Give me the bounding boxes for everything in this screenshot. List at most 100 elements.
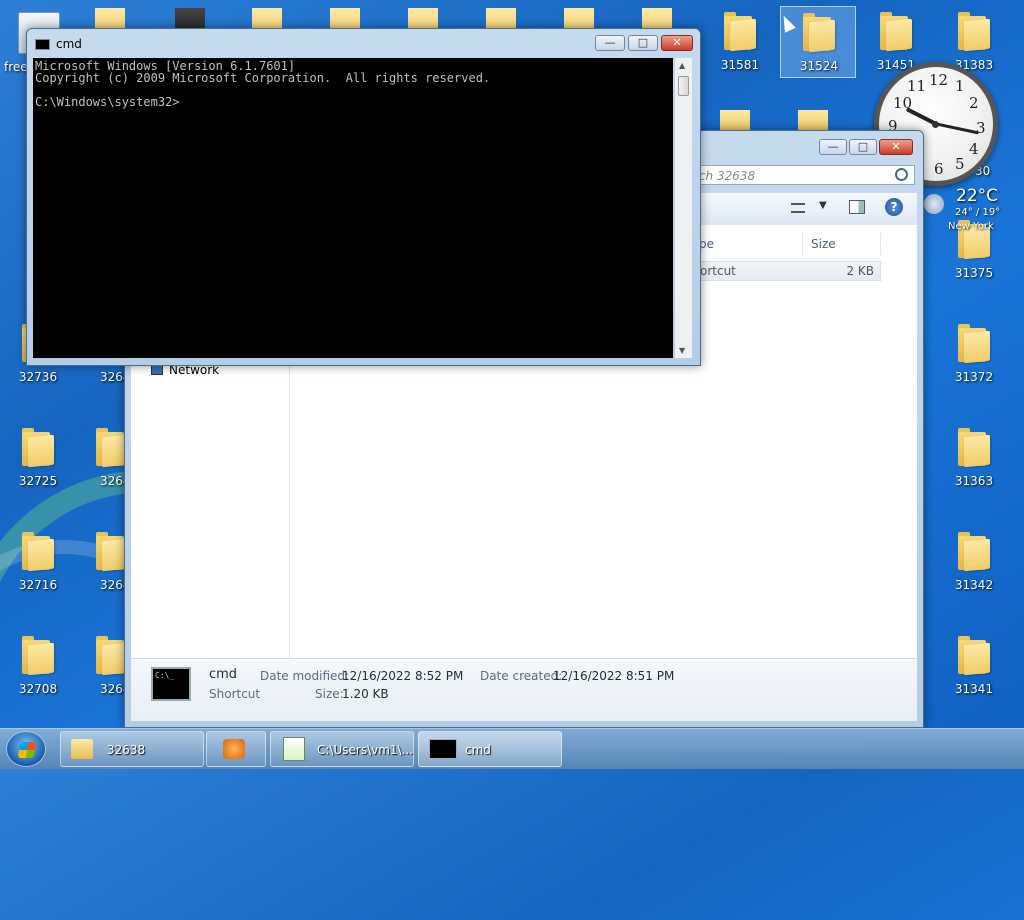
scroll-up-icon[interactable]: ▲ — [679, 61, 685, 70]
media-player-icon — [223, 739, 245, 759]
weather-range: 24° / 19° — [955, 207, 1001, 218]
clock-number: 11 — [907, 77, 927, 95]
folder-icon — [958, 532, 990, 572]
folder-icon — [958, 636, 990, 676]
taskbar-item-label: cmd — [465, 743, 491, 757]
cmd-icon: C:\_ — [151, 667, 191, 701]
details-size-value: 1.20 KB — [342, 687, 389, 701]
start-button[interactable] — [6, 731, 46, 767]
folder-icon — [22, 636, 54, 676]
desktop-folder-label: 31372 — [954, 370, 994, 384]
window-title: cmd — [56, 37, 82, 51]
details-modified-value: 12/16/2022 8:52 PM — [342, 669, 464, 683]
clock-number: 1 — [955, 77, 965, 95]
desktop-folder-label: 31341 — [954, 682, 994, 696]
folder-icon — [96, 428, 124, 468]
view-options-icon[interactable] — [791, 203, 805, 213]
folder-icon — [880, 12, 912, 52]
scrollbar-thumb[interactable] — [678, 76, 689, 96]
minimize-button[interactable]: — — [595, 35, 625, 51]
desktop-folder-partial[interactable] — [720, 110, 750, 130]
details-kind: Shortcut — [209, 687, 261, 701]
desktop-folder[interactable]: 31581 — [702, 6, 778, 78]
desktop-folder[interactable]: 31342 — [936, 526, 1012, 598]
scroll-down-icon[interactable]: ▼ — [679, 346, 685, 355]
search-placeholder: rch 32638 — [694, 169, 756, 183]
desktop-folder-label: 3264 — [100, 474, 124, 488]
taskbar: 32638 C:\Users\vm1\... cmd — [0, 728, 1024, 769]
taskbar-item-notepad-plus[interactable]: C:\Users\vm1\... — [270, 731, 414, 767]
column-header-size[interactable]: Size — [803, 233, 881, 255]
taskbar-item-media-player[interactable] — [206, 731, 266, 767]
clock-number: 2 — [969, 94, 979, 112]
desktop-folder-partial[interactable] — [798, 110, 828, 130]
weather-city: New York — [948, 221, 994, 232]
desktop-folder[interactable]: 31341 — [936, 630, 1012, 702]
notepad-plus-icon — [283, 737, 305, 761]
desktop-folder[interactable]: 31372 — [936, 318, 1012, 390]
close-button[interactable]: ✕ — [879, 139, 913, 155]
maximize-button[interactable]: □ — [849, 139, 877, 155]
details-created-value: 12/16/2022 8:51 PM — [553, 669, 675, 683]
desktop-folder[interactable]: 3264 — [78, 526, 124, 598]
desktop-folder-label: 31581 — [720, 58, 760, 72]
search-box[interactable]: rch 32638 — [685, 165, 915, 185]
desktop-folder[interactable]: 3264 — [78, 630, 124, 702]
weather-gadget[interactable]: 22°C 24° / 19° New York — [920, 180, 1006, 238]
desktop-folder-label: 3264 — [100, 370, 124, 384]
cmd-icon — [429, 739, 457, 759]
cmd-window[interactable]: cmd — □ ✕ Microsoft Windows [Version 6.1… — [26, 28, 701, 366]
file-row[interactable]: ortcut 2 KB — [695, 261, 881, 281]
folder-icon — [724, 12, 756, 52]
console-output[interactable]: Microsoft Windows [Version 6.1.7601] Copy… — [33, 58, 673, 358]
clock-number: 6 — [934, 160, 944, 178]
weather-temp: 22°C — [956, 186, 999, 206]
column-header-type[interactable]: pe — [695, 233, 803, 255]
desktop-folder-label: 3264 — [100, 578, 124, 592]
folder-icon — [71, 739, 93, 759]
help-icon[interactable]: ? — [885, 198, 903, 216]
desktop-folder[interactable]: 3264 — [78, 422, 124, 494]
clock-minute-hand — [936, 122, 979, 135]
desktop-folder-label: 32716 — [18, 578, 58, 592]
taskbar-item-cmd[interactable]: cmd — [418, 731, 562, 767]
folder-icon — [22, 532, 54, 572]
desktop-folder[interactable]: 31363 — [936, 422, 1012, 494]
column-type-label: pe — [699, 237, 714, 251]
details-modified-label: Date modified: — [260, 669, 350, 683]
chevron-down-icon[interactable]: ▼ — [819, 200, 827, 211]
desktop-folder-label: 3264 — [100, 682, 124, 696]
cmd-titlebar[interactable]: cmd — □ ✕ — [27, 29, 700, 57]
folder-icon — [958, 428, 990, 468]
desktop-folder-label: 31375 — [954, 266, 994, 280]
weather-icon — [924, 194, 944, 214]
folder-icon — [22, 428, 54, 468]
cmd-small-icon — [35, 39, 50, 50]
desktop-folder[interactable]: 31524 — [780, 6, 856, 78]
details-created-label: Date created: — [480, 669, 563, 683]
file-type: ortcut — [700, 264, 736, 278]
close-button[interactable]: ✕ — [661, 35, 693, 51]
preview-pane-icon[interactable] — [849, 200, 865, 214]
desktop-folder[interactable]: 32725 — [0, 422, 76, 494]
taskbar-item-label: C:\Users\vm1\... — [317, 743, 414, 757]
windows-logo-icon — [17, 742, 37, 758]
file-size: 2 KB — [846, 264, 874, 278]
folder-icon — [958, 324, 990, 364]
desktop-folder-label: 31524 — [799, 59, 839, 73]
taskbar-item-explorer[interactable]: 32638 — [60, 731, 204, 767]
folder-icon — [803, 13, 835, 53]
desktop-icon-label: free — [4, 60, 28, 74]
desktop-folder[interactable]: 32716 — [0, 526, 76, 598]
search-icon — [895, 168, 908, 181]
clock-center — [932, 121, 939, 128]
clock-number: 12 — [929, 71, 949, 89]
maximize-button[interactable]: □ — [628, 35, 658, 51]
clock-number: 5 — [955, 155, 965, 173]
minimize-button[interactable]: — — [819, 139, 847, 155]
vertical-scrollbar[interactable]: ▲ ▼ — [674, 58, 692, 358]
console-line: Copyright (c) 2009 Microsoft Corporation… — [35, 71, 491, 85]
desktop-folder-label: 32736 — [18, 370, 58, 384]
details-size-label: Size: — [315, 687, 344, 701]
desktop-folder[interactable]: 32708 — [0, 630, 76, 702]
